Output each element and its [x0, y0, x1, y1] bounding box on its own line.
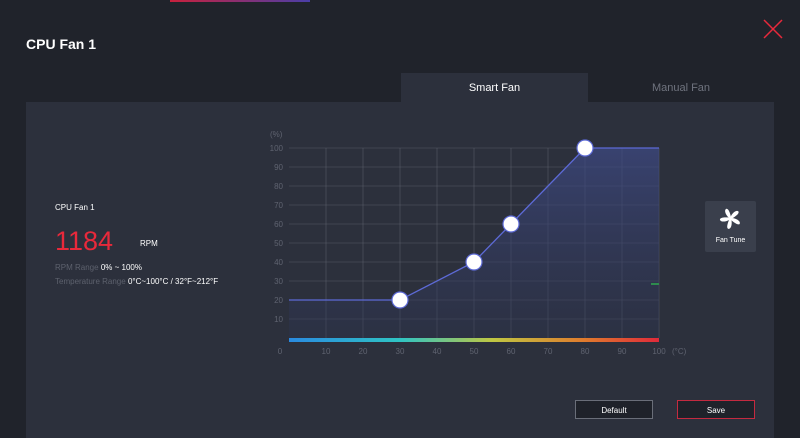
top-accent-strip: [170, 0, 310, 2]
rpm-unit: RPM: [140, 239, 158, 248]
rpm-range-label: RPM Range: [55, 263, 99, 272]
save-button[interactable]: Save: [677, 400, 755, 419]
fan-tune-button[interactable]: Fan Tune: [705, 201, 756, 252]
tab-smart-fan[interactable]: Smart Fan: [401, 73, 588, 102]
curve-point-handle[interactable]: [391, 291, 409, 309]
fan-name-label: CPU Fan 1: [55, 203, 95, 212]
temperature-range: Temperature Range 0°C~100°C / 32°F~212°F: [55, 277, 218, 286]
temp-range-value: 0°C~100°C / 32°F~212°F: [127, 277, 219, 286]
curve-point-handle[interactable]: [465, 253, 483, 271]
current-temp-marker: [651, 283, 659, 285]
fan-tune-label: Fan Tune: [715, 237, 746, 244]
rpm-range: RPM Range 0% ~ 100%: [55, 263, 142, 272]
fan-icon: [719, 208, 740, 229]
curve-point-handle[interactable]: [502, 215, 520, 233]
mode-tabs: Smart Fan Manual Fan: [401, 73, 774, 102]
close-icon[interactable]: [762, 18, 784, 40]
rpm-range-value: 0% ~ 100%: [100, 263, 142, 272]
rpm-value: 1184: [55, 226, 114, 256]
tab-manual-fan[interactable]: Manual Fan: [588, 73, 774, 102]
default-button[interactable]: Default: [575, 400, 653, 419]
curve-point-handle[interactable]: [576, 139, 594, 157]
temp-range-label: Temperature Range: [55, 277, 126, 286]
window-title: CPU Fan 1: [26, 36, 97, 52]
